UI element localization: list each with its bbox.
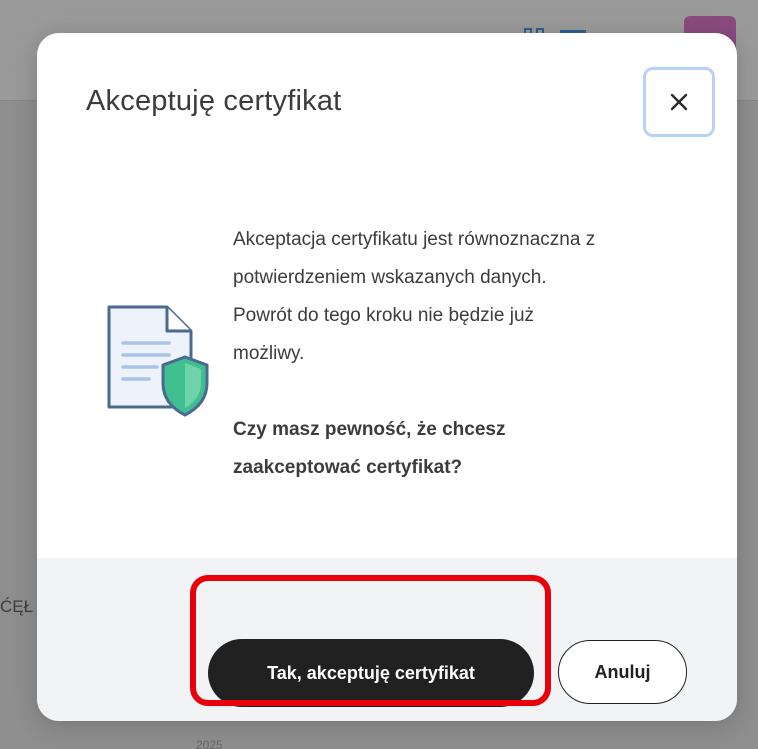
message-line: Akceptacja certyfikatu jest równoznaczna… xyxy=(233,229,596,250)
confirmation-question-line: zaakceptować certyfikat? xyxy=(233,457,463,478)
dialog-title: Akceptuję certyfikat xyxy=(86,85,342,117)
background-text-fragment: ĆĘŁ xyxy=(0,597,34,616)
dialog-message: Akceptacja certyfikatu jest równoznaczna… xyxy=(233,221,703,487)
close-icon xyxy=(670,93,688,111)
close-button[interactable] xyxy=(643,67,715,137)
dialog-footer: Tak, akceptuję certyfikat Anuluj xyxy=(37,558,737,721)
document-shield-icon xyxy=(107,305,209,417)
cancel-button[interactable]: Anuluj xyxy=(558,640,687,704)
message-line: potwierdzeniem wskazanych danych. xyxy=(233,267,547,288)
accept-certificate-dialog: Akceptuję certyfikat Akceptacja certyfik… xyxy=(37,33,737,721)
confirmation-question-line: Czy masz pewność, że chcesz xyxy=(233,419,506,440)
message-line: możliwy. xyxy=(233,343,305,364)
accept-certificate-button[interactable]: Tak, akceptuję certyfikat xyxy=(208,639,534,707)
background-bottom-fragment: 2025 xyxy=(196,738,223,749)
message-line: Powrót do tego kroku nie będzie już xyxy=(233,305,535,326)
